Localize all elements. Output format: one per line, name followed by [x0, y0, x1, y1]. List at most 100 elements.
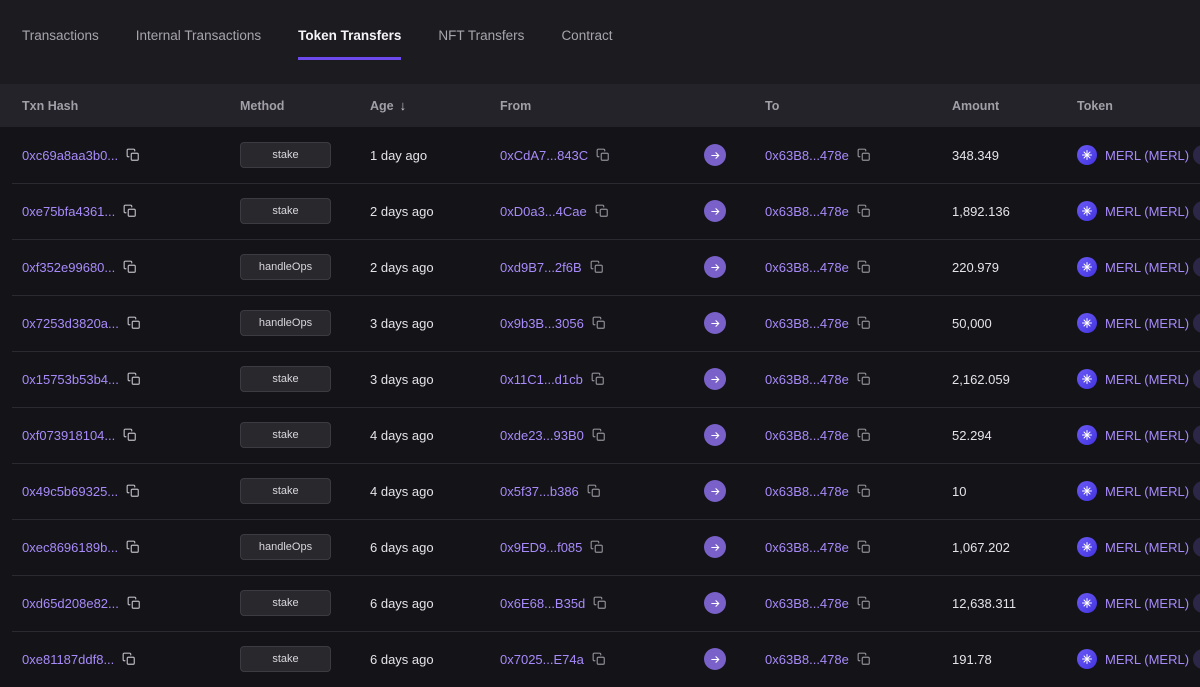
- token-link[interactable]: MERL (MERL): [1105, 316, 1189, 331]
- from-address-link[interactable]: 0x11C1...d1cb: [500, 372, 583, 387]
- to-address-link[interactable]: 0x63B8...478e: [765, 148, 849, 163]
- merl-token-icon: [1077, 369, 1097, 389]
- copy-icon[interactable]: [126, 484, 140, 498]
- method-cell: stake: [240, 366, 370, 392]
- copy-icon[interactable]: [857, 428, 871, 442]
- to-address-link[interactable]: 0x63B8...478e: [765, 316, 849, 331]
- copy-icon[interactable]: [593, 596, 607, 610]
- tab-token-transfers[interactable]: Token Transfers: [298, 28, 401, 60]
- from-address-link[interactable]: 0x5f37...b386: [500, 484, 579, 499]
- copy-icon[interactable]: [590, 540, 604, 554]
- copy-icon[interactable]: [857, 484, 871, 498]
- txn-hash-link[interactable]: 0xf352e99680...: [22, 260, 115, 275]
- txn-hash-link[interactable]: 0xe81187ddf8...: [22, 652, 114, 667]
- from-address-link[interactable]: 0x7025...E74a: [500, 652, 584, 667]
- token-link[interactable]: MERL (MERL): [1105, 540, 1189, 555]
- direction-cell: [692, 200, 765, 222]
- token-link[interactable]: MERL (MERL): [1105, 484, 1189, 499]
- from-address-link[interactable]: 0xD0a3...4Cae: [500, 204, 587, 219]
- age-text: 3 days ago: [370, 372, 500, 387]
- table-row: 0xe75bfa4361... stake 2 days ago 0xD0a3.…: [0, 183, 1200, 239]
- copy-icon[interactable]: [591, 372, 605, 386]
- age-text: 4 days ago: [370, 484, 500, 499]
- copy-icon[interactable]: [123, 428, 137, 442]
- token-link[interactable]: MERL (MERL): [1105, 204, 1189, 219]
- merl-token-icon: [1077, 593, 1097, 613]
- txn-hash-link[interactable]: 0xec8696189b...: [22, 540, 118, 555]
- direction-cell: [692, 256, 765, 278]
- merl-token-icon: [1077, 313, 1097, 333]
- token-link[interactable]: MERL (MERL): [1105, 428, 1189, 443]
- to-address-link[interactable]: 0x63B8...478e: [765, 652, 849, 667]
- copy-icon[interactable]: [857, 596, 871, 610]
- copy-icon[interactable]: [857, 204, 871, 218]
- copy-icon[interactable]: [857, 148, 871, 162]
- copy-icon[interactable]: [857, 372, 871, 386]
- from-address-link[interactable]: 0x9ED9...f085: [500, 540, 582, 555]
- from-address-link[interactable]: 0x9b3B...3056: [500, 316, 584, 331]
- txn-hash-link[interactable]: 0xf073918104...: [22, 428, 115, 443]
- tab-contract[interactable]: Contract: [561, 28, 612, 60]
- tab-transactions[interactable]: Transactions: [22, 28, 99, 60]
- copy-icon[interactable]: [126, 540, 140, 554]
- method-cell: handleOps: [240, 534, 370, 560]
- copy-icon[interactable]: [592, 652, 606, 666]
- sort-desc-icon[interactable]: ↓: [400, 98, 407, 113]
- from-address-link[interactable]: 0xCdA7...843C: [500, 148, 588, 163]
- txn-hash-link[interactable]: 0x15753b53b4...: [22, 372, 119, 387]
- copy-icon[interactable]: [596, 148, 610, 162]
- copy-icon[interactable]: [587, 484, 601, 498]
- copy-icon[interactable]: [592, 428, 606, 442]
- copy-icon[interactable]: [122, 652, 136, 666]
- copy-icon[interactable]: [592, 316, 606, 330]
- token-link[interactable]: MERL (MERL): [1105, 148, 1189, 163]
- to-cell: 0x63B8...478e: [765, 484, 952, 499]
- copy-icon[interactable]: [590, 260, 604, 274]
- copy-icon[interactable]: [595, 204, 609, 218]
- copy-icon[interactable]: [857, 540, 871, 554]
- copy-icon[interactable]: [123, 260, 137, 274]
- transfer-arrow-icon: [704, 648, 726, 670]
- to-address-link[interactable]: 0x63B8...478e: [765, 260, 849, 275]
- token-link[interactable]: MERL (MERL): [1105, 596, 1189, 611]
- copy-icon[interactable]: [126, 148, 140, 162]
- from-cell: 0x11C1...d1cb: [500, 372, 692, 387]
- tab-nft-transfers[interactable]: NFT Transfers: [438, 28, 524, 60]
- txn-hash-link[interactable]: 0x7253d3820a...: [22, 316, 119, 331]
- token-link[interactable]: MERL (MERL): [1105, 652, 1189, 667]
- from-cell: 0x7025...E74a: [500, 652, 692, 667]
- token-link[interactable]: MERL (MERL): [1105, 372, 1189, 387]
- copy-icon[interactable]: [127, 596, 141, 610]
- age-text: 6 days ago: [370, 652, 500, 667]
- txn-hash-link[interactable]: 0x49c5b69325...: [22, 484, 118, 499]
- to-address-link[interactable]: 0x63B8...478e: [765, 428, 849, 443]
- txn-hash-link[interactable]: 0xc69a8aa3b0...: [22, 148, 118, 163]
- method-cell: handleOps: [240, 310, 370, 336]
- from-cell: 0x9ED9...f085: [500, 540, 692, 555]
- to-address-link[interactable]: 0x63B8...478e: [765, 540, 849, 555]
- method-cell: stake: [240, 478, 370, 504]
- header-age[interactable]: Age ↓: [370, 98, 500, 113]
- transfer-arrow-icon: [704, 312, 726, 334]
- txn-hash-link[interactable]: 0xe75bfa4361...: [22, 204, 115, 219]
- to-cell: 0x63B8...478e: [765, 372, 952, 387]
- copy-icon[interactable]: [127, 316, 141, 330]
- copy-icon[interactable]: [127, 372, 141, 386]
- copy-icon[interactable]: [857, 260, 871, 274]
- to-address-link[interactable]: 0x63B8...478e: [765, 484, 849, 499]
- from-address-link[interactable]: 0xde23...93B0: [500, 428, 584, 443]
- table-row: 0xe81187ddf8... stake 6 days ago 0x7025.…: [0, 631, 1200, 687]
- copy-icon[interactable]: [123, 204, 137, 218]
- token-link[interactable]: MERL (MERL): [1105, 260, 1189, 275]
- from-address-link[interactable]: 0x6E68...B35d: [500, 596, 585, 611]
- to-address-link[interactable]: 0x63B8...478e: [765, 204, 849, 219]
- detail-tabs: Transactions Internal Transactions Token…: [0, 0, 1200, 60]
- to-address-link[interactable]: 0x63B8...478e: [765, 372, 849, 387]
- copy-icon[interactable]: [857, 316, 871, 330]
- copy-icon[interactable]: [857, 652, 871, 666]
- from-address-link[interactable]: 0xd9B7...2f6B: [500, 260, 582, 275]
- to-address-link[interactable]: 0x63B8...478e: [765, 596, 849, 611]
- direction-cell: [692, 312, 765, 334]
- tab-internal-transactions[interactable]: Internal Transactions: [136, 28, 261, 60]
- txn-hash-link[interactable]: 0xd65d208e82...: [22, 596, 119, 611]
